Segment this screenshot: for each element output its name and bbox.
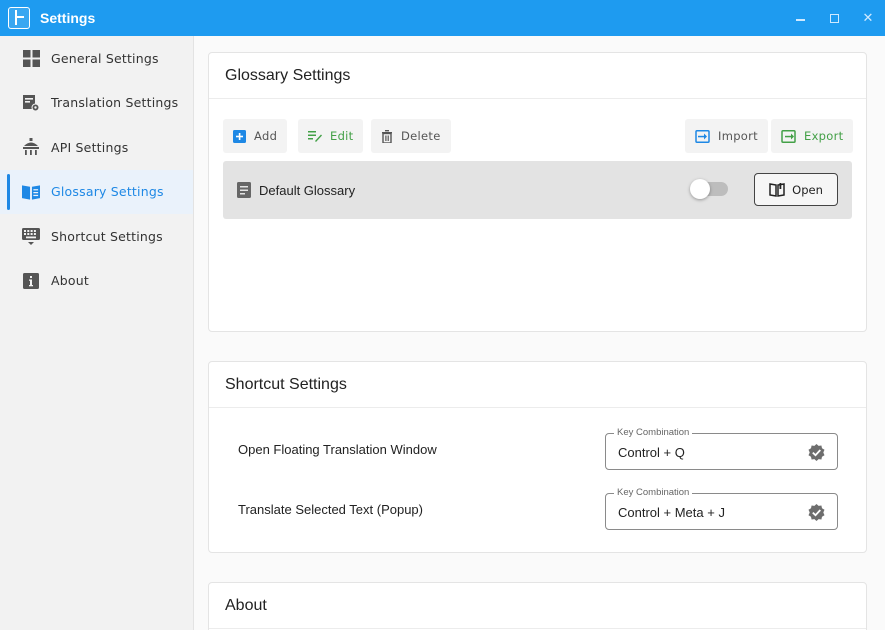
- edit-icon: [308, 130, 322, 142]
- window-title: Settings: [40, 10, 96, 26]
- sidebar-item-label: API Settings: [51, 139, 129, 155]
- glossary-settings-title: Glossary Settings: [209, 53, 866, 99]
- sidebar-item-label: Shortcut Settings: [51, 228, 163, 244]
- import-button[interactable]: Import: [685, 119, 768, 153]
- api-icon: [22, 138, 40, 156]
- sidebar-item-shortcut[interactable]: Shortcut Settings: [0, 214, 193, 259]
- about-card: About: [208, 582, 867, 630]
- maximize-button[interactable]: [817, 0, 851, 36]
- glossary-list-item[interactable]: Default Glossary Open: [223, 161, 852, 219]
- edit-label: Edit: [330, 129, 354, 143]
- toggle-knob: [690, 179, 710, 199]
- open-label: Open: [792, 182, 823, 197]
- key-combination-field[interactable]: Key Combination Control + Meta + J: [605, 487, 838, 530]
- key-combination-value: Control + Meta + J: [618, 505, 725, 520]
- sidebar-item-label: Translation Settings: [51, 95, 179, 111]
- close-button[interactable]: ✕: [851, 0, 885, 36]
- key-combination-field[interactable]: Key Combination Control + Q: [605, 427, 838, 470]
- edit-button[interactable]: Edit: [298, 119, 364, 153]
- shortcut-settings-title: Shortcut Settings: [209, 362, 866, 408]
- shortcut-label: Open Floating Translation Window: [238, 442, 437, 457]
- verified-check-icon[interactable]: [808, 444, 825, 461]
- sidebar-item-label: Glossary Settings: [51, 184, 164, 200]
- add-button[interactable]: Add: [223, 119, 288, 153]
- sidebar-item-glossary[interactable]: Glossary Settings: [0, 169, 193, 214]
- add-label: Add: [254, 129, 278, 143]
- sidebar-item-label: About: [51, 273, 89, 289]
- key-combination-label: Key Combination: [614, 487, 693, 499]
- delete-button[interactable]: Delete: [371, 119, 451, 153]
- minimize-button[interactable]: [783, 0, 817, 36]
- maximize-icon: [829, 13, 839, 23]
- open-glossary-button[interactable]: Open: [754, 173, 838, 206]
- sidebar-item-about[interactable]: About: [0, 259, 193, 304]
- key-combination-value: Control + Q: [618, 445, 685, 460]
- info-icon: [22, 272, 40, 290]
- keyboard-icon: [22, 227, 40, 246]
- close-icon: ✕: [862, 10, 874, 25]
- about-title: About: [209, 583, 866, 629]
- glossary-toolbar: Add Edit Delete Import Export: [223, 119, 854, 155]
- translate-settings-icon: [22, 94, 40, 112]
- key-combination-label: Key Combination: [614, 427, 693, 439]
- glossary-settings-card: Glossary Settings Add Edit Delete Import…: [208, 52, 867, 332]
- minimize-icon: [795, 19, 805, 21]
- sidebar-item-api[interactable]: API Settings: [0, 125, 193, 170]
- shortcut-label: Translate Selected Text (Popup): [238, 502, 423, 517]
- grid-icon: [22, 49, 40, 67]
- sidebar-item-general[interactable]: General Settings: [0, 36, 193, 81]
- glossary-name: Default Glossary: [259, 182, 356, 198]
- export-button[interactable]: Export: [771, 119, 854, 153]
- glossary-file-icon: [237, 182, 251, 198]
- sidebar: General Settings Translation Settings AP…: [0, 36, 194, 630]
- verified-check-icon[interactable]: [808, 504, 825, 521]
- add-icon: [233, 129, 246, 143]
- sidebar-item-label: General Settings: [51, 50, 159, 66]
- export-icon: [781, 129, 796, 143]
- glossary-enable-toggle[interactable]: [690, 179, 728, 199]
- app-logo-icon: [8, 7, 30, 29]
- trash-icon: [381, 129, 393, 143]
- export-label: Export: [804, 129, 844, 143]
- import-icon: [695, 129, 710, 143]
- book-icon: [22, 183, 40, 201]
- sidebar-item-translation[interactable]: Translation Settings: [0, 81, 193, 126]
- delete-label: Delete: [401, 129, 441, 143]
- shortcut-settings-card: Shortcut Settings Open Floating Translat…: [208, 361, 867, 553]
- open-book-icon: [769, 182, 785, 197]
- main-content: Glossary Settings Add Edit Delete Import…: [194, 36, 885, 630]
- import-label: Import: [718, 129, 758, 143]
- window-controls: ✕: [783, 0, 885, 36]
- title-bar: Settings ✕: [0, 0, 885, 36]
